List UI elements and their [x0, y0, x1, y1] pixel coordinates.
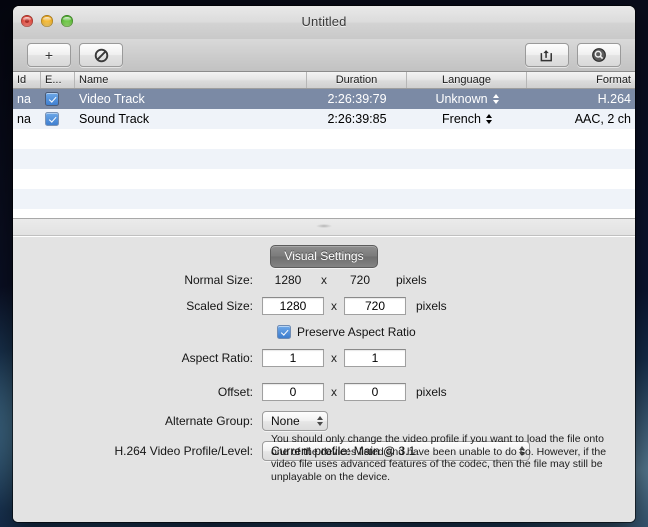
alternate-group-row: Alternate Group: None [13, 411, 635, 431]
column-header-name[interactable]: Name [75, 72, 307, 88]
preserve-aspect-checkbox[interactable] [277, 325, 291, 339]
x-separator: x [331, 299, 337, 313]
normal-width-value: 1280 [274, 273, 302, 287]
splitter-grip-icon [316, 224, 332, 228]
prohibited-icon [94, 48, 108, 62]
offset-x-input[interactable] [262, 383, 324, 401]
panel-tabstrip: Visual Settings [13, 245, 635, 268]
cell-id: na [17, 92, 31, 106]
table-body: na Video Track 2:26:39:79 Unknown H.264 … [13, 89, 635, 218]
cell-format: AAC, 2 ch [574, 112, 631, 126]
add-track-button[interactable]: + [27, 43, 71, 67]
window-titlebar: Untitled [13, 6, 635, 39]
column-header-id[interactable]: Id [13, 72, 41, 88]
normal-size-unit: pixels [396, 273, 427, 287]
column-header-duration[interactable]: Duration [307, 72, 407, 88]
table-row[interactable]: na Sound Track 2:26:39:85 French AAC, 2 … [13, 109, 635, 129]
inspector-button[interactable] [577, 43, 621, 67]
settings-panel: Visual Settings Normal Size: 1280 x 720 … [13, 236, 635, 522]
language-value: Unknown [435, 92, 488, 106]
cell-id: na [17, 112, 31, 126]
plus-icon: + [44, 47, 54, 63]
language-value: French [442, 112, 481, 126]
tab-visual-settings[interactable]: Visual Settings [270, 245, 378, 268]
application-window: Untitled + Id E... Name Duration Languag… [13, 6, 635, 522]
column-header-language[interactable]: Language [407, 72, 527, 88]
empty-row [13, 169, 635, 189]
preserve-aspect-label: Preserve Aspect Ratio [297, 325, 416, 339]
scaled-width-input[interactable] [262, 297, 324, 315]
normal-size-label: Normal Size: [184, 273, 253, 287]
offset-row: Offset: x pixels [13, 383, 635, 401]
x-separator: x [331, 385, 337, 399]
track-table: Id E... Name Duration Language Format na… [13, 72, 635, 219]
cell-enabled [41, 112, 75, 126]
preserve-aspect-row[interactable]: Preserve Aspect Ratio [13, 325, 635, 339]
empty-row [13, 129, 635, 149]
offset-unit: pixels [416, 385, 447, 399]
column-header-format[interactable]: Format [527, 72, 635, 88]
export-share-icon [540, 49, 552, 61]
chevron-updown-icon [317, 416, 323, 426]
table-header-row: Id E... Name Duration Language Format [13, 72, 635, 89]
aspect-height-input[interactable] [344, 349, 406, 367]
export-button[interactable] [525, 43, 569, 67]
cell-language[interactable]: French [407, 112, 527, 126]
toolbar-left-group: + [27, 43, 123, 67]
aspect-width-input[interactable] [262, 349, 324, 367]
alternate-group-label: Alternate Group: [164, 414, 253, 428]
alternate-group-select[interactable]: None [262, 411, 328, 431]
aspect-ratio-row: Aspect Ratio: x [13, 349, 635, 367]
empty-row [13, 189, 635, 209]
cell-duration: 2:26:39:79 [327, 92, 387, 106]
remove-track-button[interactable] [79, 43, 123, 67]
enabled-checkbox[interactable] [45, 112, 59, 126]
cell-name[interactable]: Video Track [75, 92, 307, 106]
empty-row [13, 149, 635, 169]
scaled-size-label: Scaled Size: [186, 299, 253, 313]
toolbar-right-group [525, 43, 621, 67]
cell-language[interactable]: Unknown [407, 92, 527, 106]
normal-height-value: 720 [349, 273, 371, 287]
cell-name[interactable]: Sound Track [75, 112, 307, 126]
cell-enabled [41, 92, 75, 106]
toolbar: + [13, 39, 635, 72]
window-title: Untitled [301, 14, 347, 29]
table-empty-area [13, 129, 635, 218]
cell-duration: 2:26:39:85 [327, 112, 387, 126]
alternate-group-value: None [271, 414, 300, 428]
aspect-ratio-label: Aspect Ratio: [181, 351, 253, 365]
scaled-height-input[interactable] [344, 297, 406, 315]
column-header-enabled[interactable]: E... [41, 72, 75, 88]
video-profile-label: H.264 Video Profile/Level: [114, 444, 253, 458]
x-separator: x [331, 351, 337, 365]
split-divider[interactable] [13, 219, 635, 236]
table-row[interactable]: na Video Track 2:26:39:79 Unknown H.264 [13, 89, 635, 109]
scaled-size-unit: pixels [416, 299, 447, 313]
x-separator: x [321, 273, 327, 287]
video-profile-help-text: You should only change the video profile… [271, 433, 607, 483]
language-stepper-icon[interactable] [485, 114, 492, 124]
empty-row [13, 209, 635, 218]
offset-label: Offset: [217, 385, 253, 399]
enabled-checkbox[interactable] [45, 92, 59, 106]
language-stepper-icon[interactable] [492, 94, 499, 104]
scaled-size-row: Scaled Size: x pixels [13, 297, 635, 315]
offset-y-input[interactable] [344, 383, 406, 401]
normal-size-row: Normal Size: 1280 x 720 pixels [13, 273, 635, 287]
cell-format: H.264 [597, 92, 631, 106]
magnifier-icon [592, 48, 606, 62]
